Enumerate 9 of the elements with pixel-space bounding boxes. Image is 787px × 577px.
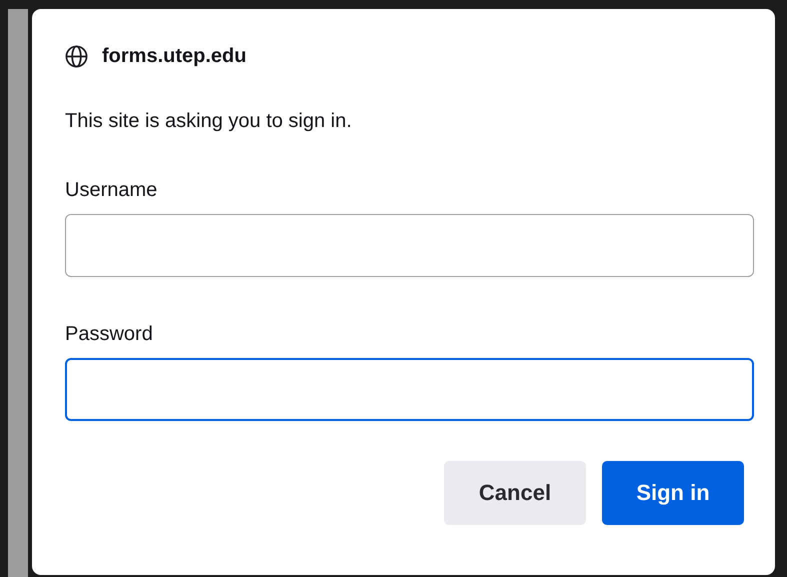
prompt-message: This site is asking you to sign in. (65, 110, 353, 133)
input-field[interactable] (65, 358, 754, 421)
globe-icon (65, 45, 88, 68)
field-label: Username (65, 179, 158, 202)
cancel-button[interactable]: Cancel (444, 461, 586, 525)
sign-in-button[interactable]: Sign in (602, 461, 744, 525)
site-host: forms.utep.edu (102, 45, 246, 68)
input-field[interactable] (65, 214, 754, 277)
field-label: Password (65, 323, 153, 346)
